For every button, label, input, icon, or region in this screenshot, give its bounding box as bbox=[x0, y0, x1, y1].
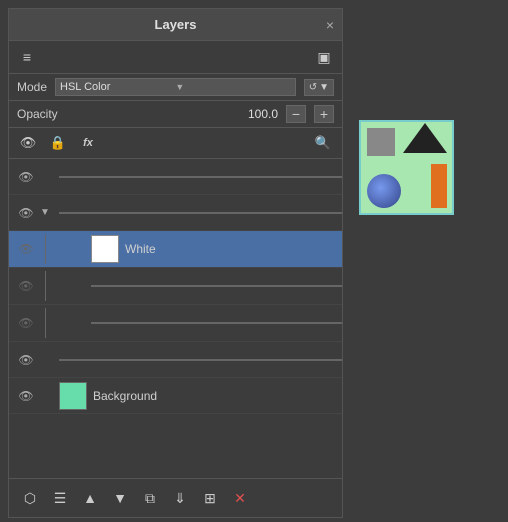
mode-row: Mode HSL Color ▼ ↺ ▼ bbox=[9, 74, 342, 101]
preview-panel bbox=[359, 120, 454, 215]
layer-item[interactable]: 👁 White bbox=[9, 231, 342, 268]
layer-visibility-square[interactable]: 👁 bbox=[15, 312, 37, 334]
layer-thumb-circle bbox=[59, 176, 342, 178]
layer-visibility-rectangle[interactable]: 👁 bbox=[15, 349, 37, 371]
move-up-button[interactable]: ▲ bbox=[77, 485, 103, 511]
opacity-row: Opacity 100.0 − + bbox=[9, 101, 342, 128]
layer-item[interactable]: 👁 Rectangle bbox=[9, 342, 342, 378]
layer-visibility-circle[interactable]: 👁 bbox=[15, 166, 37, 188]
delete-button[interactable]: ✕ bbox=[227, 485, 253, 511]
sub-indent-square bbox=[37, 308, 69, 338]
preview-gray-square bbox=[367, 128, 395, 156]
sub-indent-white bbox=[37, 234, 69, 264]
cycle-button[interactable]: ↺ ▼ bbox=[304, 79, 334, 96]
preview-orange-rect bbox=[431, 164, 447, 208]
layer-visibility-background[interactable]: 👁 bbox=[15, 385, 37, 407]
preview-black-triangle bbox=[403, 123, 447, 153]
bottom-toolbar: ⬡ ☰ ▲ ▼ ⧉ ⇓ ⊞ ✕ bbox=[9, 478, 342, 517]
search-icon[interactable]: 🔍 bbox=[312, 132, 334, 154]
mode-label: Mode bbox=[17, 80, 47, 94]
top-toolbar: ≡ ▣ bbox=[9, 41, 342, 74]
layers-list: 👁 Circle 👁 ▼ Layer Group 👁 W bbox=[9, 159, 342, 478]
layer-thumb-square bbox=[91, 322, 342, 324]
layer-expand-circle bbox=[37, 166, 53, 188]
lock-filter-icon[interactable]: 🔒 bbox=[47, 132, 69, 154]
layer-expand-group[interactable]: ▼ bbox=[37, 202, 53, 224]
filter-row: 👁 🔒 fx 🔍 bbox=[9, 128, 342, 159]
new-layer-button[interactable]: ☰ bbox=[47, 485, 73, 511]
opacity-label: Opacity bbox=[17, 107, 58, 121]
layer-thumb-white bbox=[91, 235, 119, 263]
layer-expand-white bbox=[69, 238, 85, 260]
mode-select[interactable]: HSL Color ▼ bbox=[55, 78, 296, 96]
close-button[interactable]: × bbox=[326, 17, 334, 33]
layer-item[interactable]: 👁 Circle bbox=[9, 159, 342, 195]
layer-expand-triangle bbox=[69, 275, 85, 297]
opacity-plus-button[interactable]: + bbox=[314, 105, 334, 123]
sub-indent-triangle bbox=[37, 271, 69, 301]
layer-visibility-group[interactable]: 👁 bbox=[15, 202, 37, 224]
layer-thumb-triangle bbox=[91, 285, 342, 287]
mode-dropdown-arrow: ▼ bbox=[175, 82, 290, 92]
layer-thumb-group bbox=[59, 212, 342, 214]
cycle-arrow: ▼ bbox=[319, 82, 329, 93]
layer-item[interactable]: 👁 Triangle bbox=[9, 268, 342, 305]
layer-expand-square bbox=[69, 312, 85, 334]
layer-item[interactable]: 👁 Square bbox=[9, 305, 342, 342]
panel-title-bar: Layers × bbox=[9, 9, 342, 41]
layer-item[interactable]: 👁 Background bbox=[9, 378, 342, 414]
layer-name-background: Background bbox=[93, 389, 336, 403]
layer-item[interactable]: 👁 ▼ Layer Group bbox=[9, 195, 342, 231]
preview-inner bbox=[367, 128, 447, 208]
mode-value: HSL Color bbox=[60, 81, 175, 93]
layer-visibility-triangle[interactable]: 👁 bbox=[15, 275, 37, 297]
anchor-button[interactable]: ⊞ bbox=[197, 485, 223, 511]
layer-expand-rectangle bbox=[37, 349, 53, 371]
move-down-button[interactable]: ▼ bbox=[107, 485, 133, 511]
eye-filter-icon[interactable]: 👁 bbox=[17, 132, 39, 154]
layers-panel: Layers × ≡ ▣ Mode HSL Color ▼ ↺ ▼ Opacit… bbox=[8, 8, 343, 518]
panel-title: Layers bbox=[155, 17, 197, 32]
fx-filter-icon[interactable]: fx bbox=[77, 132, 99, 154]
layer-thumb-background bbox=[59, 382, 87, 410]
layer-name-white: White bbox=[125, 242, 336, 256]
cycle-icon: ↺ bbox=[309, 82, 317, 93]
duplicate-button[interactable]: ⧉ bbox=[137, 485, 163, 511]
merge-button[interactable]: ⇓ bbox=[167, 485, 193, 511]
preview-globe bbox=[367, 174, 401, 208]
dock-icon[interactable]: ▣ bbox=[312, 45, 336, 69]
opacity-value: 100.0 bbox=[66, 107, 278, 121]
opacity-minus-button[interactable]: − bbox=[286, 105, 306, 123]
layer-visibility-white[interactable]: 👁 bbox=[15, 238, 37, 260]
layer-expand-background bbox=[37, 385, 53, 407]
layer-thumb-rectangle bbox=[59, 359, 342, 361]
stack-icon[interactable]: ≡ bbox=[15, 45, 39, 69]
new-layer-from-selection-button[interactable]: ⬡ bbox=[17, 485, 43, 511]
